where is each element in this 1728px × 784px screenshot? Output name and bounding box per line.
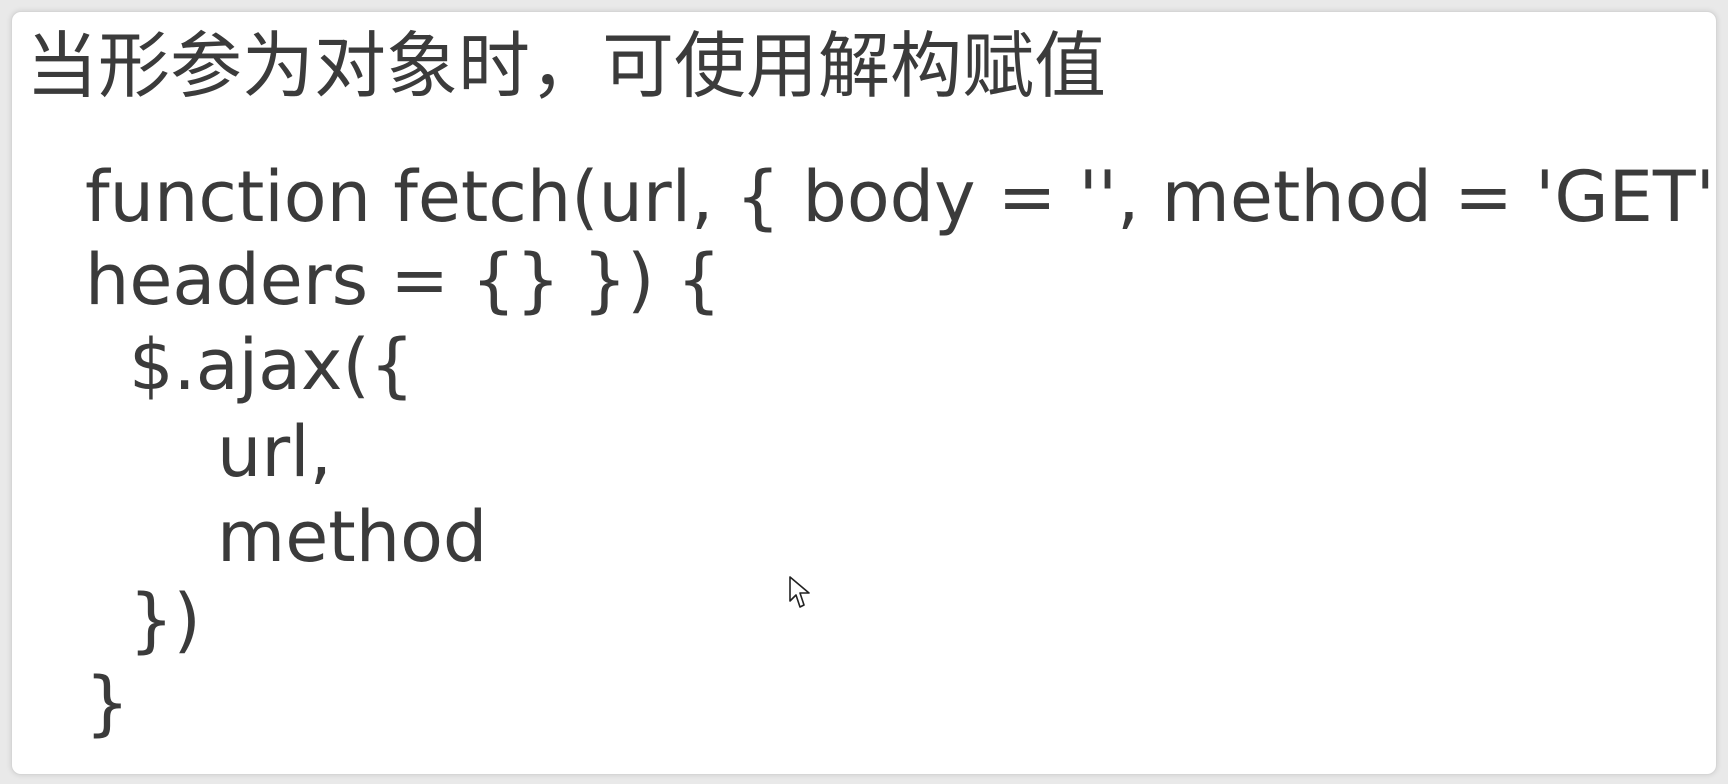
code-line-7: } [85, 662, 130, 744]
slide-card: 当形参为对象时，可使用解构赋值 function fetch(url, { bo… [11, 11, 1717, 775]
code-line-4: url, [217, 411, 332, 493]
code-line-1: function fetch(url, { body = '', method … [85, 156, 1717, 238]
code-line-5: method [217, 496, 488, 578]
code-line-6: }) [129, 579, 201, 661]
code-block: function fetch(url, { body = '', method … [12, 12, 1716, 774]
code-line-3: $.ajax({ [129, 324, 415, 406]
mouse-pointer-icon [789, 576, 810, 608]
code-line-2: headers = {} }) { [85, 239, 722, 321]
